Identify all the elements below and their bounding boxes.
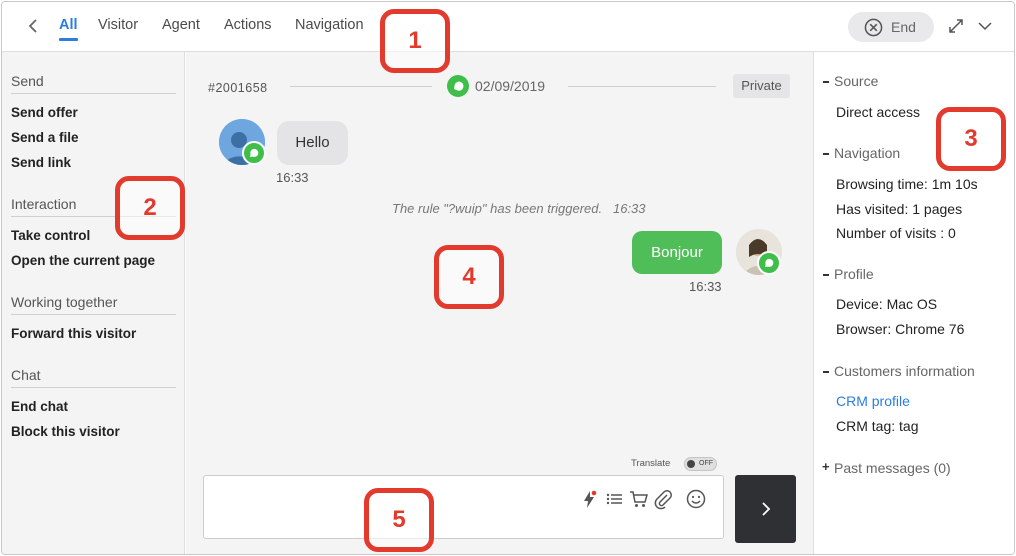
source-value: Direct access xyxy=(836,104,921,120)
close-circle-icon xyxy=(864,18,883,36)
system-message-time: 16:33 xyxy=(612,201,646,216)
section-title-interaction: Interaction xyxy=(11,196,77,212)
crm-profile-link[interactable]: CRM profile xyxy=(836,393,910,409)
annotation-marker-2: 2 xyxy=(115,176,185,240)
back-icon[interactable] xyxy=(22,15,44,37)
section-title-send: Send xyxy=(11,73,44,89)
end-button-label: End xyxy=(891,19,916,35)
lightning-icon[interactable] xyxy=(578,488,600,510)
collapse-icon[interactable] xyxy=(823,274,829,276)
paperclip-icon[interactable] xyxy=(652,488,674,510)
cart-icon[interactable] xyxy=(628,488,650,510)
system-message-text: The rule "?wuip" has been triggered. xyxy=(392,201,603,216)
translate-label: Translate xyxy=(631,458,671,469)
actions-sidebar: Send Send offer Send a file Send link In… xyxy=(2,52,185,554)
annotation-marker-3: 3 xyxy=(936,107,1006,171)
tab-all[interactable]: All xyxy=(59,17,78,41)
profile-title[interactable]: Profile xyxy=(834,266,874,282)
forward-visitor-action[interactable]: Forward this visitor xyxy=(11,326,136,341)
list-icon[interactable] xyxy=(604,488,626,510)
tab-visitor[interactable]: Visitor xyxy=(98,17,138,33)
browser-info: Browser: Chrome 76 xyxy=(836,321,965,337)
send-offer-action[interactable]: Send offer xyxy=(11,105,78,120)
chevron-right-icon xyxy=(761,502,770,516)
tab-agent[interactable]: Agent xyxy=(162,17,200,33)
visit-count: Number of visits : 0 xyxy=(836,225,956,241)
smiley-icon[interactable] xyxy=(685,488,707,510)
collapse-icon[interactable] xyxy=(823,153,829,155)
divider xyxy=(568,86,716,87)
translate-toggle[interactable]: OFF xyxy=(684,457,717,471)
tab-actions[interactable]: Actions xyxy=(224,17,272,33)
divider xyxy=(290,86,432,87)
source-title[interactable]: Source xyxy=(834,73,878,89)
section-title-chat: Chat xyxy=(11,367,41,383)
incoming-message: Hello xyxy=(277,121,348,165)
divider xyxy=(11,93,176,94)
send-file-action[interactable]: Send a file xyxy=(11,130,79,145)
collapse-icon[interactable] xyxy=(823,371,829,373)
chat-bubble-icon xyxy=(757,251,781,275)
chevron-down-icon[interactable] xyxy=(976,17,994,35)
end-chat-action[interactable]: End chat xyxy=(11,399,68,414)
chat-bubble-icon xyxy=(447,75,469,97)
open-current-page-action[interactable]: Open the current page xyxy=(11,253,155,268)
divider xyxy=(11,314,176,315)
ticket-id: #2001658 xyxy=(208,81,268,95)
annotation-marker-1: 1 xyxy=(380,9,450,73)
navigation-title[interactable]: Navigation xyxy=(834,145,900,161)
conversation-date: 02/09/2019 xyxy=(475,78,546,94)
system-message: The rule "?wuip" has been triggered. 16:… xyxy=(392,201,646,216)
device-info: Device: Mac OS xyxy=(836,296,938,312)
pages-visited: Has visited: 1 pages xyxy=(836,201,963,217)
section-title-working-together: Working together xyxy=(11,294,118,310)
block-visitor-action[interactable]: Block this visitor xyxy=(11,424,120,439)
message-time: 16:33 xyxy=(276,170,309,185)
expand-icon[interactable] xyxy=(946,16,966,36)
take-control-action[interactable]: Take control xyxy=(11,228,90,243)
divider xyxy=(11,387,176,388)
crm-tag: CRM tag: tag xyxy=(836,418,919,434)
chat-bubble-icon xyxy=(242,141,266,165)
annotation-marker-4: 4 xyxy=(434,245,504,309)
chat-console-window: All Visitor Agent Actions Navigation End… xyxy=(1,1,1015,555)
collapse-icon[interactable] xyxy=(823,81,829,83)
private-badge: Private xyxy=(733,74,790,98)
browsing-time: Browsing time: 1m 10s xyxy=(836,176,978,192)
annotation-marker-5: 5 xyxy=(364,488,434,552)
outgoing-message: Bonjour xyxy=(632,231,722,274)
top-bar: All Visitor Agent Actions Navigation End xyxy=(2,2,1014,52)
send-button[interactable] xyxy=(735,475,796,543)
tab-navigation[interactable]: Navigation xyxy=(295,17,364,33)
customers-information-title[interactable]: Customers information xyxy=(834,363,975,379)
past-messages-title[interactable]: Past messages (0) xyxy=(834,460,951,476)
end-button[interactable]: End xyxy=(848,12,934,42)
message-time: 16:33 xyxy=(689,279,722,294)
expand-plus-icon[interactable]: + xyxy=(822,459,830,474)
send-link-action[interactable]: Send link xyxy=(11,155,71,170)
